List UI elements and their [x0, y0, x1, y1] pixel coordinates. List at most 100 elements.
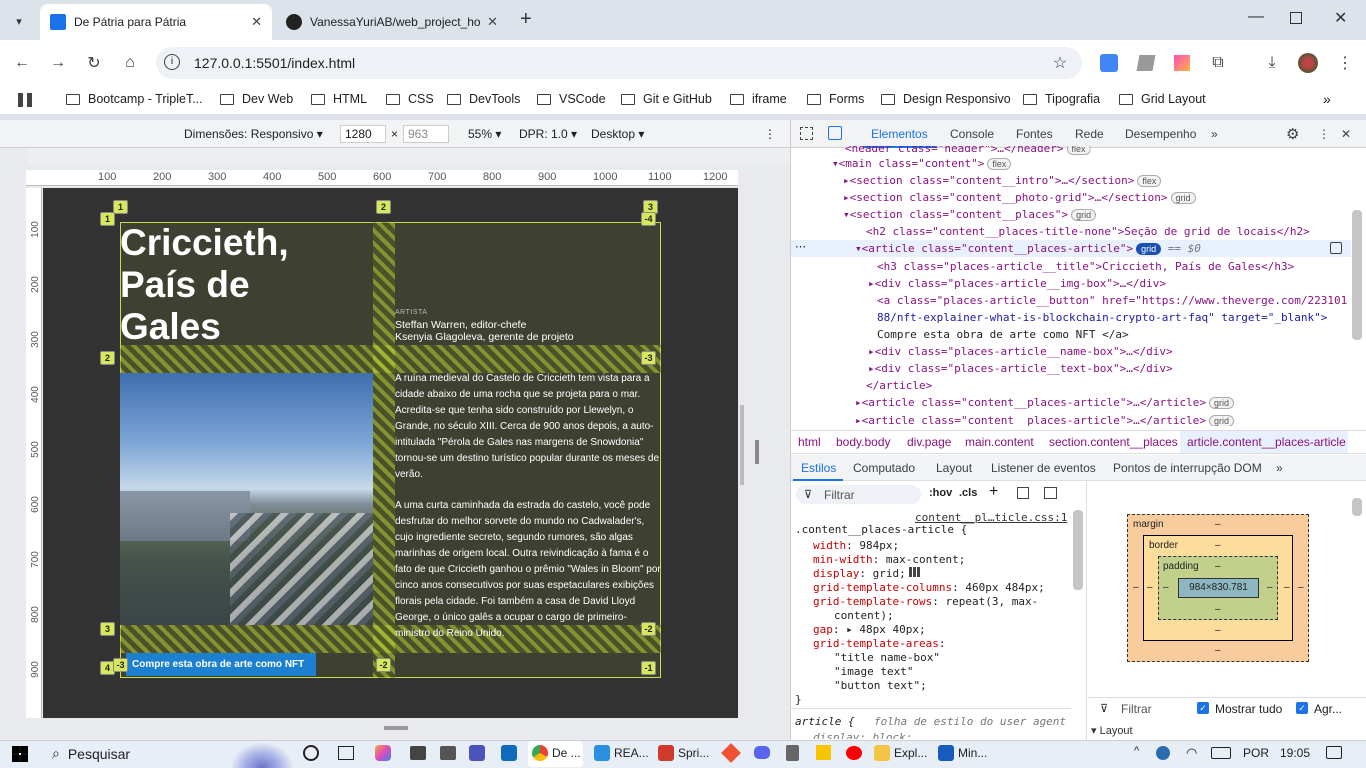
tab-computed[interactable]: Computado: [853, 461, 915, 475]
resize-handle-right[interactable]: [740, 405, 744, 485]
apps-grid-icon[interactable]: [18, 93, 32, 107]
translate-icon[interactable]: [1100, 54, 1118, 72]
back-arrow-icon[interactable]: ←: [11, 52, 33, 74]
viewport-scroll-handle[interactable]: [755, 440, 759, 464]
breadcrumb-div-page[interactable]: div.page: [907, 435, 951, 449]
bookmark-vscode[interactable]: VSCode: [537, 92, 606, 106]
devtools-menu-icon[interactable]: ⋮: [1318, 127, 1330, 141]
device-toggle-icon[interactable]: [828, 126, 842, 140]
hov-toggle[interactable]: :hov: [929, 487, 952, 499]
files-icon[interactable]: [410, 746, 426, 760]
calculator-icon[interactable]: [786, 745, 799, 761]
dom-line[interactable]: ▸<div class="places-article__text-box">……: [868, 362, 1173, 375]
dom-line[interactable]: ▸<div class="places-article__name-box">……: [868, 345, 1173, 358]
bookmark-dev-web[interactable]: Dev Web: [220, 92, 293, 106]
css-rule[interactable]: gap: ▸ 48px 40px;: [813, 623, 926, 636]
clock[interactable]: 19:05: [1280, 746, 1310, 760]
dom-line[interactable]: ▸<section class="content__intro">…</sect…: [843, 174, 1162, 187]
css-rule[interactable]: grid-template-columns: 460px 484px;: [813, 581, 1045, 594]
zoom-select[interactable]: 55% ▾: [468, 127, 501, 141]
bookmark-grid-layout[interactable]: Grid Layout: [1119, 92, 1206, 106]
extension-gradient-icon[interactable]: [1174, 55, 1190, 71]
dom-line[interactable]: ▾<section class="content__places"> grid: [843, 208, 1097, 221]
tab-console[interactable]: Console: [950, 127, 994, 141]
dom-scrollbar[interactable]: [1352, 210, 1362, 340]
more-tabs-icon[interactable]: »: [1211, 127, 1218, 141]
dom-line[interactable]: 88/nft-explainer-what-is-blockchain-cryp…: [877, 311, 1327, 324]
forward-arrow-icon[interactable]: →: [47, 52, 69, 74]
more-bookmarks-icon[interactable]: »: [1323, 91, 1331, 107]
bookmark-git[interactable]: Git e GitHub: [621, 92, 712, 106]
bookmark-design-responsivo[interactable]: Design Responsivo: [881, 92, 1011, 106]
dom-line[interactable]: </article>: [866, 379, 932, 392]
css-rule[interactable]: grid-template-areas:: [813, 637, 945, 650]
taskbar-vscode[interactable]: REA...: [594, 745, 649, 761]
css-rule[interactable]: min-width: max-content;: [813, 553, 965, 566]
windows-start-icon[interactable]: [12, 746, 28, 762]
sidebar-toggle-icon[interactable]: [1044, 487, 1057, 499]
reload-icon[interactable]: ↻: [83, 52, 105, 74]
dom-line[interactable]: <h3 class="places-article__title">Cricci…: [877, 260, 1294, 273]
breadcrumb-html[interactable]: html: [798, 435, 821, 449]
computed-scrollbar[interactable]: [1352, 498, 1362, 516]
dpr-select[interactable]: DPR: 1.0 ▾: [519, 127, 577, 141]
css-rule[interactable]: grid-template-rows: repeat(3, max-: [813, 595, 1038, 608]
dom-line[interactable]: Compre esta obra de arte como NFT </a>: [877, 328, 1129, 341]
height-input[interactable]: 963: [403, 125, 449, 143]
css-rule[interactable]: width: 984px;: [813, 539, 899, 552]
copilot-icon[interactable]: [375, 745, 391, 761]
home-icon[interactable]: ⌂: [119, 52, 141, 74]
tab-dom-breakpoints[interactable]: Pontos de interrupção DOM: [1113, 461, 1262, 475]
computed-filter-input[interactable]: Filtrar: [1121, 702, 1152, 716]
page-viewport[interactable]: Criccieth, País de Gales ARTISTA Steffan…: [43, 188, 738, 718]
width-input[interactable]: 1280: [340, 125, 386, 143]
download-icon[interactable]: ⤓: [1261, 52, 1283, 74]
tab-github[interactable]: VanessaYuriAB/web_project_ho ✕: [276, 4, 508, 40]
taskbar-explorer[interactable]: Expl...: [874, 745, 927, 761]
site-info-icon[interactable]: i: [164, 54, 180, 70]
cls-toggle[interactable]: .cls: [959, 487, 977, 499]
tab-styles[interactable]: Estilos: [801, 461, 836, 475]
extensions-puzzle-icon[interactable]: ⧉: [1207, 52, 1229, 74]
new-rule-icon[interactable]: +: [989, 483, 998, 501]
taskbar-chrome[interactable]: De ...: [532, 745, 581, 761]
discord-icon[interactable]: [754, 746, 770, 759]
dom-line-selected[interactable]: ▾<article class="content__places-article…: [855, 242, 1201, 255]
settings-gear-icon[interactable]: ⚙: [1286, 125, 1299, 143]
dom-line[interactable]: ▸<article class="content__places-article…: [855, 414, 1235, 426]
url-text[interactable]: 127.0.0.1:5501/index.html: [194, 55, 355, 71]
tab-de-patria[interactable]: De Pátria para Pátria ✕: [40, 4, 272, 40]
tray-app-icon[interactable]: [1156, 746, 1170, 760]
avatar[interactable]: [1298, 53, 1318, 73]
close-devtools-icon[interactable]: ✕: [1341, 127, 1351, 141]
maximize-button[interactable]: [1290, 12, 1302, 24]
breadcrumb-body[interactable]: body.body: [836, 435, 891, 449]
dom-line[interactable]: ▸<div class="places-article__img-box">…<…: [868, 277, 1166, 290]
styles-scrollbar[interactable]: [1073, 510, 1083, 590]
breadcrumb-section[interactable]: section.content__places: [1049, 435, 1178, 449]
taskbar-word[interactable]: Min...: [938, 745, 987, 761]
close-icon[interactable]: ✕: [251, 14, 262, 30]
bookmark-forms[interactable]: Forms: [807, 92, 864, 106]
language-indicator[interactable]: POR: [1243, 746, 1269, 760]
dom-line[interactable]: ▸<section class="content__photo-grid">…<…: [843, 191, 1196, 204]
bookmark-star-icon[interactable]: ☆: [1049, 52, 1071, 74]
breadcrumb-article[interactable]: article.content__places-article: [1187, 435, 1346, 449]
camera-icon[interactable]: [440, 746, 456, 760]
css-rule[interactable]: display: grid;: [813, 567, 921, 580]
bookmark-bootcamp[interactable]: Bootcamp - TripleT...: [66, 92, 203, 106]
youtube-icon[interactable]: [846, 746, 862, 760]
bookmark-css[interactable]: CSS: [386, 92, 434, 106]
resize-handle-bottom[interactable]: [384, 726, 408, 730]
tray-chevron-icon[interactable]: ^: [1134, 745, 1139, 757]
more-style-tabs-icon[interactable]: »: [1276, 461, 1283, 475]
tab-performance[interactable]: Desempenho: [1125, 127, 1196, 141]
inspect-element-icon[interactable]: [800, 127, 813, 140]
tab-elements[interactable]: Elementos: [871, 127, 928, 141]
outlook-icon[interactable]: [501, 745, 517, 761]
tab-sources[interactable]: Fontes: [1016, 127, 1053, 141]
tab-layout[interactable]: Layout: [936, 461, 972, 475]
close-window-button[interactable]: ✕: [1334, 8, 1347, 28]
bookmark-tipografia[interactable]: Tipografia: [1023, 92, 1100, 106]
ua-selector[interactable]: article {: [795, 715, 855, 728]
